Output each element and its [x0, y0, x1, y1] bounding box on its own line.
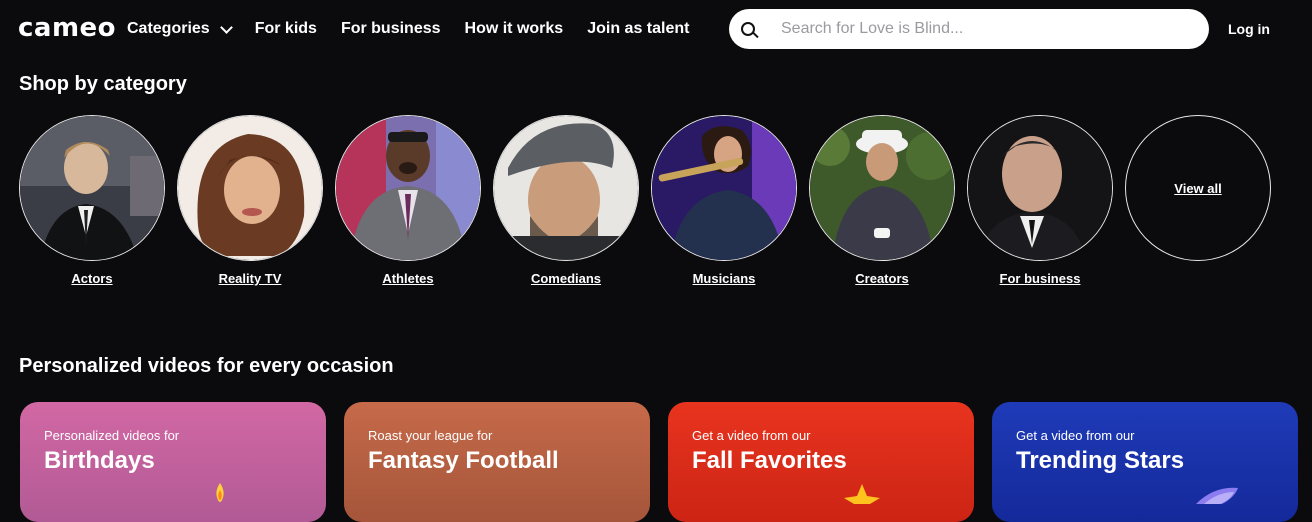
- view-all-link[interactable]: View all: [1125, 115, 1271, 261]
- category-for-business[interactable]: For business: [967, 115, 1113, 286]
- top-header: cameo Categories For kids For business H…: [0, 0, 1312, 58]
- rocket-icon: [1196, 487, 1238, 504]
- card-subtitle: Roast your league for: [368, 428, 493, 443]
- category-view-all[interactable]: View all: [1125, 115, 1271, 261]
- occasion-card-birthdays[interactable]: Personalized videos for Birthdays: [20, 402, 326, 522]
- main-nav: Categories For kids For business How it …: [127, 20, 689, 38]
- category-athletes[interactable]: Athletes: [335, 115, 481, 286]
- card-subtitle: Get a video from our: [1016, 428, 1135, 443]
- category-musicians[interactable]: Musicians: [651, 115, 797, 286]
- chevron-down-icon: [219, 20, 233, 34]
- category-reality-tv[interactable]: Reality TV: [177, 115, 323, 286]
- card-title: Fantasy Football: [368, 447, 559, 474]
- nav-join-as-talent[interactable]: Join as talent: [587, 20, 689, 38]
- search-bar[interactable]: [729, 9, 1209, 49]
- occasions-title: Personalized videos for every occasion: [19, 355, 394, 377]
- nav-for-kids[interactable]: For kids: [255, 20, 317, 38]
- search-icon: [741, 22, 759, 39]
- category-image-reality-tv: [177, 115, 323, 261]
- category-label-actors[interactable]: Actors: [19, 271, 165, 286]
- category-image-athletes: [335, 115, 481, 261]
- category-label-comedians[interactable]: Comedians: [493, 271, 639, 286]
- card-title: Fall Favorites: [692, 447, 847, 474]
- category-label-creators[interactable]: Creators: [809, 271, 955, 286]
- nav-for-business[interactable]: For business: [341, 20, 441, 38]
- card-title: Trending Stars: [1016, 447, 1185, 474]
- category-image-for-business: [967, 115, 1113, 261]
- category-image-creators: [809, 115, 955, 261]
- shop-by-category-title: Shop by category: [19, 73, 187, 95]
- category-actors[interactable]: Actors: [19, 115, 165, 286]
- login-link[interactable]: Log in: [1228, 21, 1270, 37]
- nav-categories[interactable]: Categories: [127, 20, 233, 38]
- occasion-card-fantasy-football[interactable]: Roast your league for Fantasy Football: [344, 402, 650, 522]
- category-creators[interactable]: Creators: [809, 115, 955, 286]
- category-label-athletes[interactable]: Athletes: [335, 271, 481, 286]
- search-input[interactable]: [779, 19, 1183, 39]
- cameo-logo[interactable]: cameo: [18, 13, 116, 43]
- occasion-card-fall-favorites[interactable]: Get a video from our Fall Favorites: [668, 402, 974, 522]
- category-label-for-business[interactable]: For business: [967, 271, 1113, 286]
- category-label-reality-tv[interactable]: Reality TV: [177, 271, 323, 286]
- nav-categories-label: Categories: [127, 20, 210, 37]
- occasion-card-trending-stars[interactable]: Get a video from our Trending Stars: [992, 402, 1298, 522]
- card-title: Birthdays: [44, 447, 155, 474]
- category-image-musicians: [651, 115, 797, 261]
- nav-how-it-works[interactable]: How it works: [465, 20, 564, 38]
- category-image-actors: [19, 115, 165, 261]
- category-image-comedians: [493, 115, 639, 261]
- card-subtitle: Personalized videos for: [44, 428, 180, 443]
- category-comedians[interactable]: Comedians: [493, 115, 639, 286]
- category-label-musicians[interactable]: Musicians: [651, 271, 797, 286]
- card-subtitle: Get a video from our: [692, 428, 811, 443]
